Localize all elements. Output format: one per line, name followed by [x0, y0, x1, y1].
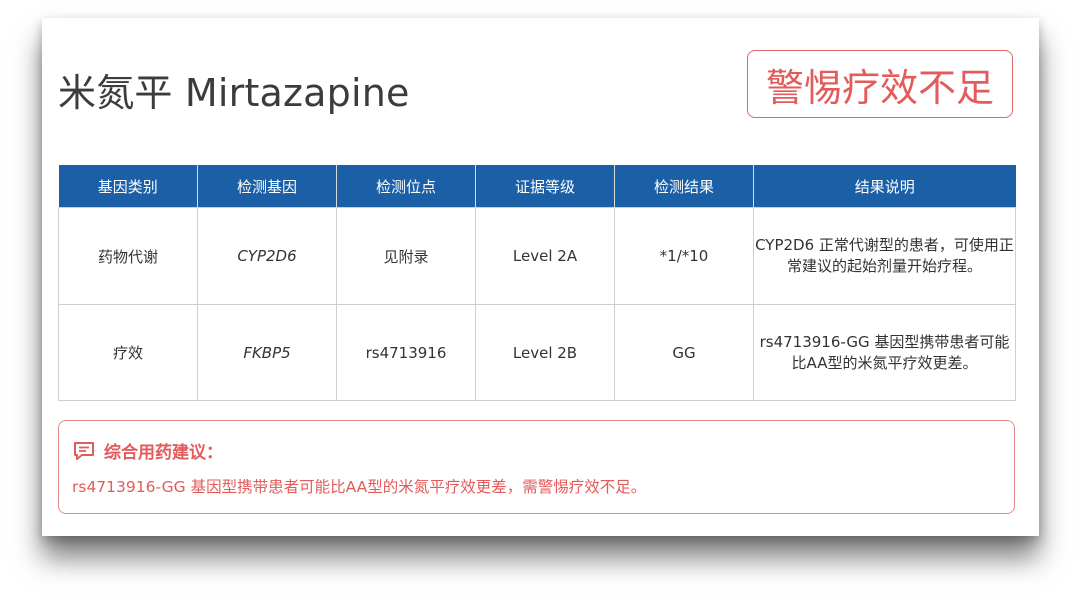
result-cell: GG [614, 304, 754, 401]
site-cell: rs4713916 [336, 304, 476, 401]
advice-box: 综合用药建议： rs4713916-GG 基因型携带患者可能比AA型的米氮平疗效… [58, 420, 1015, 514]
evidence-cell: Level 2A [475, 207, 615, 305]
advice-heading-row: 综合用药建议： [73, 438, 223, 463]
column-header: 基因类别 [58, 165, 198, 208]
drug-report-card: 米氮平 Mirtazapine 警惕疗效不足 基因类别 检测基因 检测位点 证据… [42, 18, 1039, 536]
site-cell: 见附录 [336, 207, 476, 305]
category-cell: 药物代谢 [58, 207, 198, 305]
description-cell: rs4713916-GG 基因型携带患者可能比AA型的米氮平疗效更差。 [753, 304, 1016, 401]
alert-badge: 警惕疗效不足 [747, 50, 1013, 118]
column-header: 检测结果 [614, 165, 754, 208]
column-header: 结果说明 [753, 165, 1016, 208]
table-header-row: 基因类别 检测基因 检测位点 证据等级 检测结果 结果说明 [58, 165, 1016, 208]
category-cell: 疗效 [58, 304, 198, 401]
gene-cell: CYP2D6 [197, 207, 337, 305]
table-row: 疗效 FKBP5 rs4713916 Level 2B GG rs4713916… [58, 304, 1016, 401]
table-row: 药物代谢 CYP2D6 见附录 Level 2A *1/*10 CYP2D6 正… [58, 207, 1016, 305]
drug-title: 米氮平 Mirtazapine [58, 71, 410, 115]
gene-result-table: 基因类别 检测基因 检测位点 证据等级 检测结果 结果说明 药物代谢 CYP2D… [58, 165, 1016, 401]
gene-cell: FKBP5 [197, 304, 337, 401]
result-cell: *1/*10 [614, 207, 754, 305]
screenshot-stage: 米氮平 Mirtazapine 警惕疗效不足 基因类别 检测基因 检测位点 证据… [0, 0, 1080, 606]
advice-text: rs4713916-GG 基因型携带患者可能比AA型的米氮平疗效更差，需警惕疗效… [72, 478, 647, 496]
description-cell: CYP2D6 正常代谢型的患者，可使用正常建议的起始剂量开始疗程。 [753, 207, 1016, 305]
evidence-cell: Level 2B [475, 304, 615, 401]
advice-heading: 综合用药建议： [104, 443, 223, 463]
comment-icon [74, 441, 94, 460]
column-header: 证据等级 [475, 165, 615, 208]
column-header: 检测位点 [336, 165, 476, 208]
column-header: 检测基因 [197, 165, 337, 208]
